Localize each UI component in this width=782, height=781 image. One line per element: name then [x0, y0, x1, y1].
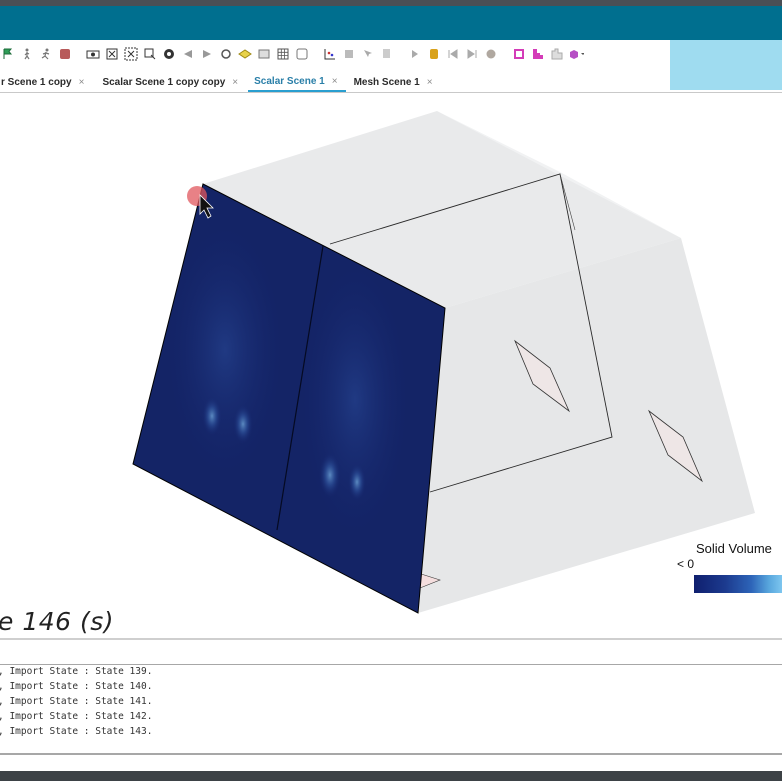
console-line: , Import State : State 141. — [0, 696, 153, 707]
contour-hotspot-3 — [319, 452, 341, 498]
contour-hotspot-1 — [202, 396, 222, 436]
viewport-bottom-border — [0, 638, 782, 640]
console-line: , Import State : State 139. — [0, 666, 153, 677]
output-console[interactable]: , Import State : State 139. , Import Sta… — [0, 665, 782, 753]
legend-min-label: < 0 — [677, 557, 695, 571]
legend-color-bar — [694, 575, 782, 593]
console-line: , Import State : State 142. — [0, 711, 153, 722]
console-bottom-border — [0, 753, 782, 755]
console-line: , Import State : State 143. — [0, 726, 153, 737]
contour-hotspot-2 — [233, 404, 253, 444]
legend-title: Solid Volume — [696, 541, 772, 556]
taskbar — [0, 771, 782, 781]
console-line: , Import State : State 140. — [0, 681, 153, 692]
contour-hotspot-4 — [348, 463, 366, 501]
time-annotation: e 146 (s) — [0, 607, 115, 636]
